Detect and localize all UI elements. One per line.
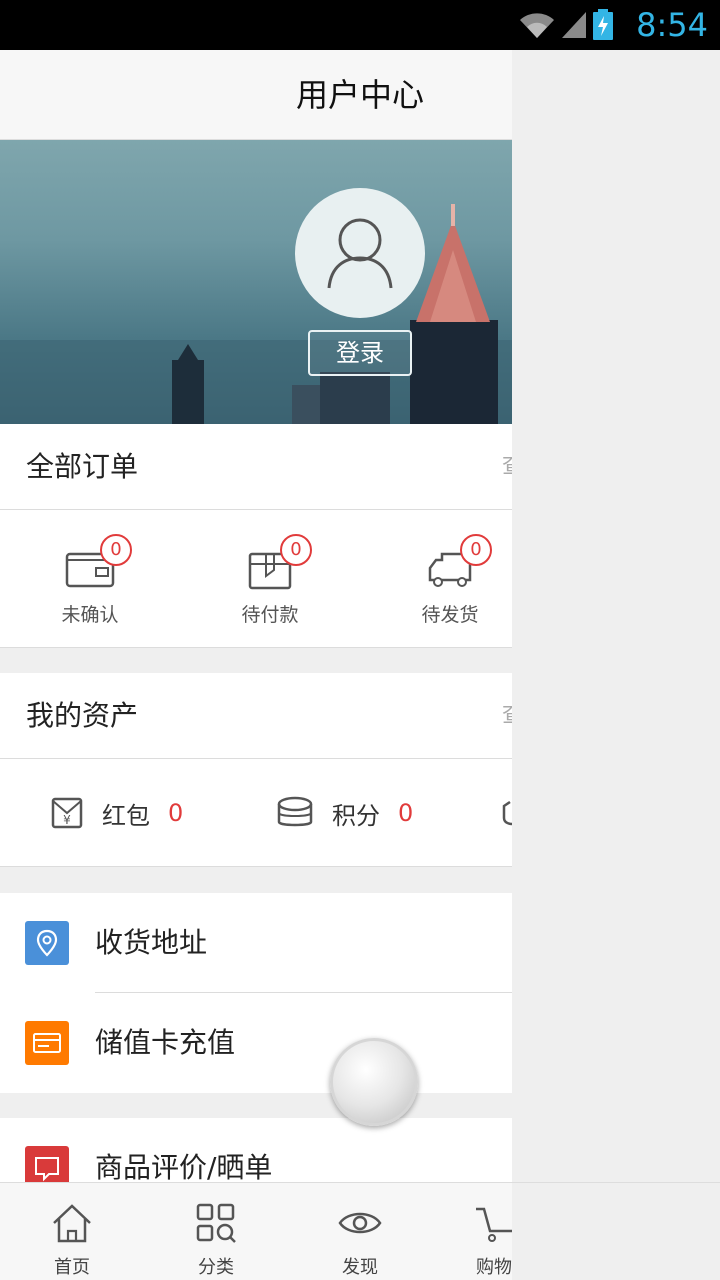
floating-assistive-button[interactable] (330, 1038, 418, 1126)
assets-title: 我的资产 (26, 699, 139, 732)
tab-discover[interactable]: 发现 (305, 1183, 415, 1280)
asset-label: 红包 (102, 801, 150, 830)
order-status-label: 待发货 (421, 604, 479, 626)
status-icons (518, 8, 614, 42)
orders-title: 全部订单 (26, 450, 139, 483)
menu-label: 收货地址 (95, 926, 208, 959)
asset-value: 0 (168, 799, 184, 827)
user-icon (327, 218, 393, 289)
bottom-tab-bar: 首页 分类 发现 购物 (0, 1182, 720, 1280)
top-header: 用户中心 (0, 50, 512, 140)
order-unconfirmed[interactable]: 0 未确认 (0, 510, 180, 648)
order-pending-payment[interactable]: 0 待付款 (180, 510, 360, 648)
red-packet-icon: ¥ (51, 797, 83, 829)
tab-category[interactable]: 分类 (161, 1183, 271, 1280)
user-center-pane: 用户中心 登录 全部订单 0 未确认 0 待付款 0 待发货 我的资产 ¥ 红包… (0, 50, 512, 1280)
order-count-badge: 0 (280, 534, 312, 566)
cut-off-asset-icon (502, 800, 512, 826)
coins-icon (277, 796, 313, 827)
tab-label: 首页 (54, 1257, 90, 1278)
orders-view-all-link[interactable]: 查 (502, 424, 512, 510)
signal-icon (562, 12, 586, 38)
svg-text:¥: ¥ (63, 813, 71, 827)
order-count-badge: 0 (100, 534, 132, 566)
order-count-badge: 0 (460, 534, 492, 566)
asset-red-packet[interactable]: ¥ 红包 0 (50, 759, 183, 867)
cart-icon (476, 1207, 512, 1242)
tab-label: 分类 (198, 1257, 234, 1278)
order-status-row: 0 未确认 0 待付款 0 待发货 (0, 510, 512, 648)
asset-points[interactable]: 积分 0 (276, 759, 413, 867)
status-bar: 8:54 (0, 0, 720, 50)
status-time: 8:54 (636, 6, 708, 44)
menu-stored-value-card[interactable]: 储值卡充值 (0, 993, 512, 1093)
asset-value: 0 (398, 799, 414, 827)
tab-home[interactable]: 首页 (17, 1183, 127, 1280)
profile-banner: 登录 (0, 140, 512, 424)
assets-row: ¥ 红包 0 积分 0 (0, 759, 512, 867)
battery-charging-icon (593, 9, 613, 40)
assets-header[interactable]: 我的资产 查 (0, 673, 512, 759)
order-pending-shipment[interactable]: 0 待发货 (360, 510, 512, 648)
orders-header[interactable]: 全部订单 查 (0, 424, 512, 510)
menu-group-address: 收货地址 储值卡充值 (0, 893, 512, 1093)
tab-cart[interactable]: 购物 (439, 1183, 549, 1280)
eye-icon (338, 1212, 382, 1234)
menu-label: 储值卡充值 (95, 1026, 236, 1059)
avatar[interactable] (295, 188, 425, 318)
home-icon (53, 1204, 91, 1243)
wifi-icon (520, 13, 554, 38)
order-status-label: 待付款 (241, 604, 299, 626)
order-status-label: 未确认 (61, 604, 119, 626)
tab-label: 发现 (342, 1257, 378, 1278)
menu-shipping-address[interactable]: 收货地址 (0, 893, 512, 993)
card-icon (25, 1021, 69, 1065)
location-pin-icon (25, 921, 69, 965)
asset-label: 积分 (332, 801, 380, 830)
login-button[interactable]: 登录 (308, 330, 412, 376)
assets-view-all-link[interactable]: 查 (502, 673, 512, 759)
page-title: 用户中心 (295, 76, 424, 114)
tab-label: 购物 (476, 1257, 512, 1278)
city-skyline-image (0, 204, 512, 424)
grid-search-icon (196, 1203, 236, 1243)
app-root: 8:54 用户中心 登录 全部订单 0 未确认 0 待付款 0 待发货 我的资产… (0, 0, 720, 1280)
right-overlay-area[interactable] (512, 50, 720, 1280)
